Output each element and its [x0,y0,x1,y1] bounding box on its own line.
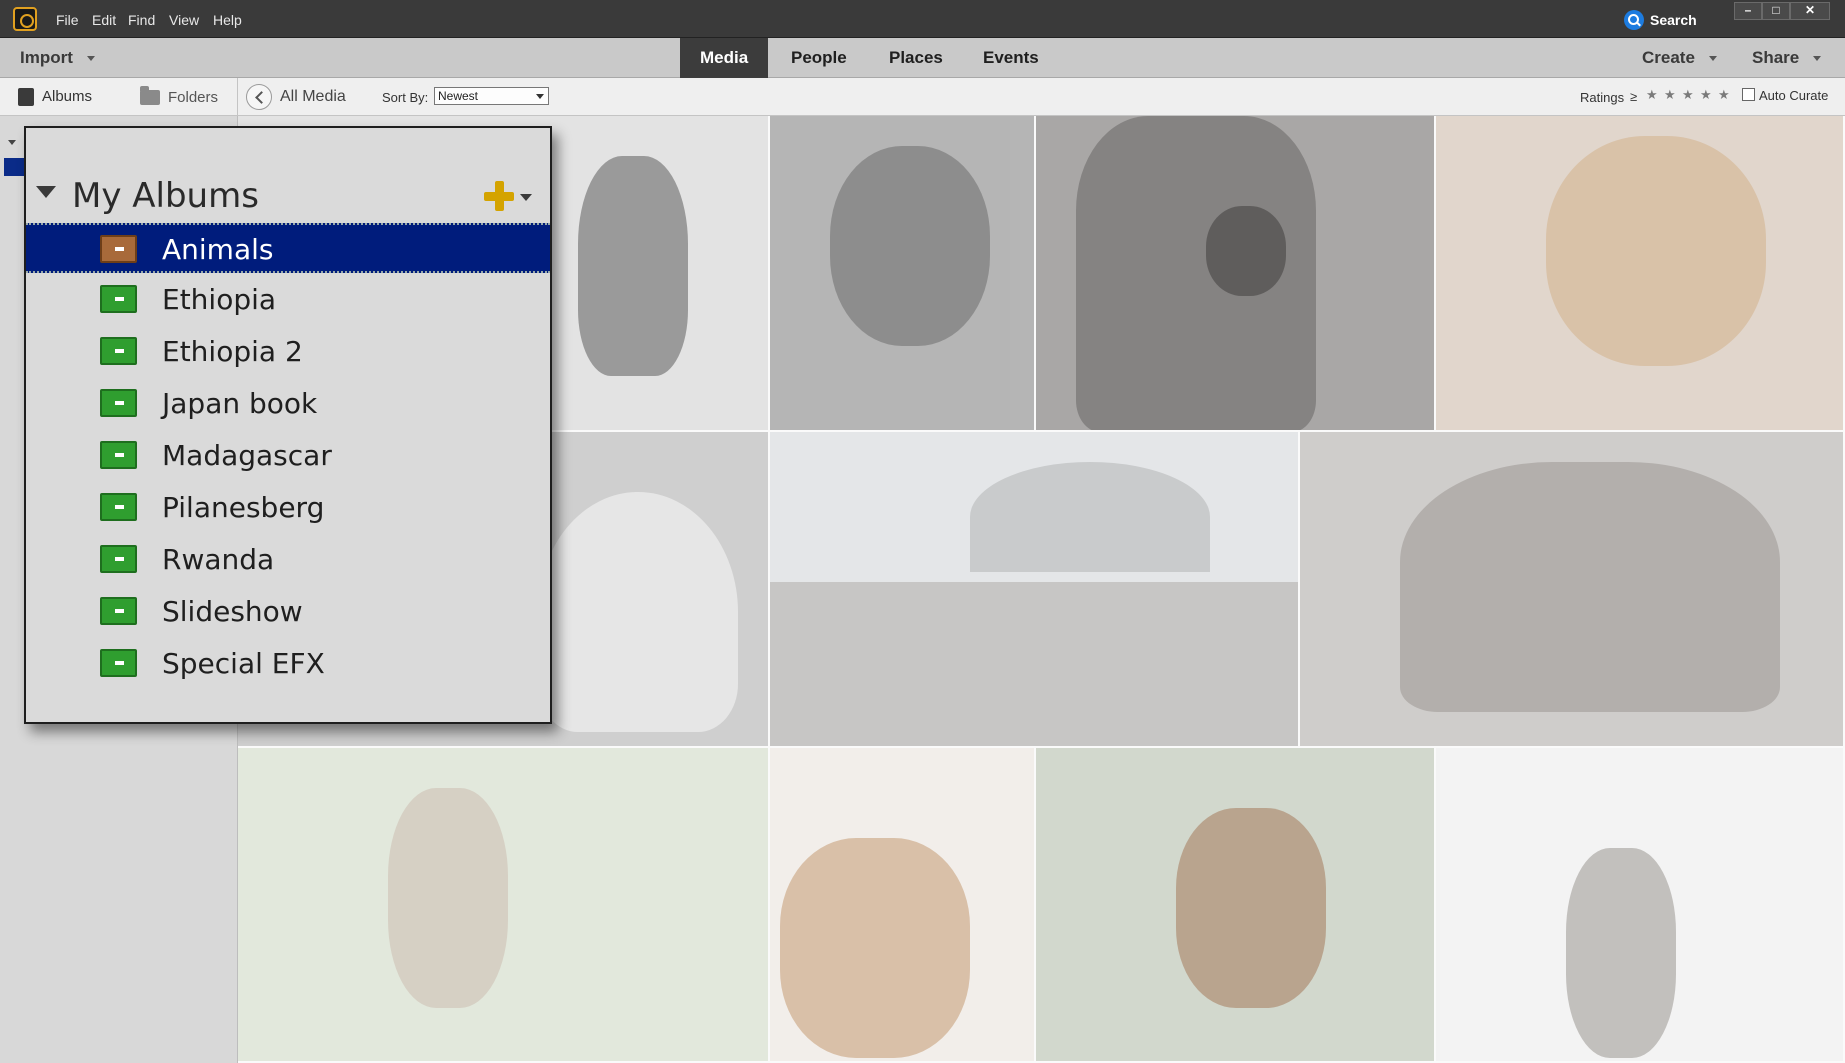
album-icon [100,441,137,469]
tab-media[interactable]: Media [680,38,769,78]
tab-folders-label: Folders [168,88,219,106]
chevron-down-icon[interactable] [8,140,16,145]
tab-people[interactable]: People [771,38,867,78]
mode-bar: Import Media People Places Events Create… [0,38,1845,78]
album-item-slideshow[interactable]: Slideshow [26,587,550,637]
photo-thumbnail[interactable] [1036,748,1436,1063]
chevron-down-icon [1813,56,1822,62]
photo-thumbnail[interactable] [238,748,770,1063]
album-item-pilanesberg[interactable]: Pilanesberg [26,483,550,533]
tab-albums[interactable]: Albums [18,78,92,116]
tab-events[interactable]: Events [963,38,1059,78]
album-icon [100,285,137,313]
maximize-icon[interactable]: □ [1762,2,1790,20]
album-icon [100,337,137,365]
album-label: Animals [162,233,274,266]
album-item-ethiopia[interactable]: Ethiopia [26,275,550,325]
album-icon [100,493,137,521]
album-item-madagascar[interactable]: Madagascar [26,431,550,481]
back-button[interactable] [246,84,272,110]
import-label: Import [20,48,73,67]
photo-thumbnail[interactable] [1436,116,1845,432]
album-label: Ethiopia [162,283,277,316]
auto-curate-checkbox[interactable] [1742,88,1755,101]
sidebar-tabs: Albums Folders [0,78,238,116]
menu-edit[interactable]: Edit [92,12,116,28]
album-icon [100,649,137,677]
chevron-down-icon [1708,56,1717,62]
title-bar: File Edit Find View Help Search – □ ✕ [0,0,1845,38]
album-label: Ethiopia 2 [162,335,303,368]
photo-thumbnail[interactable] [1436,748,1845,1063]
sort-by-dropdown[interactable]: Newest [434,87,549,105]
tab-places[interactable]: Places [869,38,963,78]
photo-thumbnail[interactable] [1036,116,1436,432]
minimize-icon[interactable]: – [1734,2,1762,20]
album-label: Special EFX [162,647,325,680]
create-label: Create [1642,48,1695,67]
create-button[interactable]: Create [1642,48,1717,68]
menu-find[interactable]: Find [128,12,155,28]
photo-organizer-window: File Edit Find View Help Search – □ ✕ Im… [0,0,1845,1063]
photo-thumbnail[interactable] [770,748,1036,1063]
album-label: Pilanesberg [162,491,325,524]
app-logo-icon[interactable] [13,7,37,31]
import-button[interactable]: Import [20,48,95,68]
ratings-label: Ratings [1580,90,1625,105]
sort-by-label: Sort By: [382,90,429,105]
share-button[interactable]: Share [1752,48,1822,68]
folder-icon [140,85,160,105]
album-icon [100,545,137,573]
sidebar-selected-album[interactable] [4,158,24,176]
chevron-down-icon[interactable] [520,194,532,201]
share-label: Share [1752,48,1800,67]
album-icon [100,235,137,263]
album-label: Japan book [162,387,318,420]
album-item-rwanda[interactable]: Rwanda [26,535,550,585]
my-albums-header: My Albums [26,168,550,218]
album-item-animals[interactable]: Animals [26,223,550,273]
photo-thumbnail[interactable] [770,116,1036,432]
star-icon[interactable]: ★ [1700,87,1712,103]
album-item-special-efx[interactable]: Special EFX [26,639,550,689]
chevron-down-icon [86,56,95,62]
album-item-japan-book[interactable]: Japan book [26,379,550,429]
albums-icon [18,88,34,106]
media-toolbar: Albums Folders All Media Sort By: Newest… [0,78,1845,116]
album-icon [100,597,137,625]
star-icon[interactable]: ★ [1718,87,1730,103]
album-icon [100,389,137,417]
auto-curate-label: Auto Curate [1759,88,1829,103]
search-button[interactable]: Search [1624,9,1697,31]
search-label: Search [1650,12,1697,28]
tab-folders[interactable]: Folders [140,78,218,116]
menu-view[interactable]: View [169,12,199,28]
ratings-operator: ≥ [1630,89,1638,104]
my-albums-popup: My Albums Animals Ethiopia Ethiopia 2 Ja… [24,126,552,724]
star-icon[interactable]: ★ [1664,87,1676,103]
star-icon[interactable]: ★ [1646,87,1658,103]
search-icon [1624,10,1644,30]
add-album-icon[interactable] [484,181,514,211]
star-icon[interactable]: ★ [1682,87,1694,103]
collapse-triangle-icon[interactable] [36,186,56,198]
album-label: Slideshow [162,595,303,628]
my-albums-title: My Albums [72,176,259,216]
close-icon[interactable]: ✕ [1790,2,1830,20]
menu-help[interactable]: Help [213,12,242,28]
photo-thumbnail[interactable] [1300,432,1845,748]
album-item-ethiopia-2[interactable]: Ethiopia 2 [26,327,550,377]
album-label: Madagascar [162,439,332,472]
menu-file[interactable]: File [56,12,79,28]
album-label: Rwanda [162,543,275,576]
all-media-link[interactable]: All Media [280,88,346,106]
photo-thumbnail[interactable] [770,432,1300,748]
tab-albums-label: Albums [42,87,93,105]
